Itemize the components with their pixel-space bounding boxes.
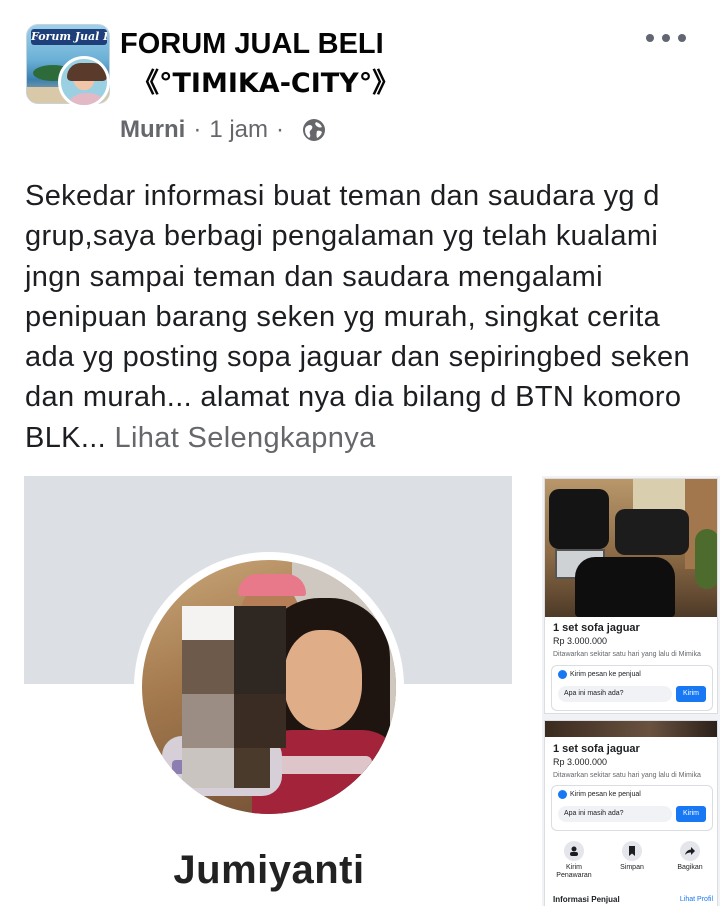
listing-note: Ditawarkan sekitar satu hari yang lalu d… [553, 772, 701, 779]
listing-title[interactable]: 1 set sofa jaguar [553, 743, 640, 755]
bookmark-icon [622, 841, 642, 861]
censor-pixel [182, 694, 234, 748]
listing-actions: Kirim Penawaran Simpan Bagikan [545, 841, 717, 885]
author-avatar-hair [67, 63, 107, 81]
post-header: Forum Jual Beli FORUM JUAL BELI 《°TIMIKA… [0, 0, 720, 150]
seller-info-row: Informasi Penjual Lihat Profil [545, 895, 717, 906]
send-button[interactable]: Kirim [676, 686, 706, 702]
group-avatar-logo: Forum Jual Beli [31, 29, 107, 45]
view-profile-link[interactable]: Lihat Profil [680, 896, 713, 903]
listing-card[interactable]: 1 set sofa jaguar Rp 3.000.000 Ditawarka… [544, 478, 718, 714]
listing-card[interactable]: 1 set sofa jaguar Rp 3.000.000 Ditawarka… [544, 720, 718, 906]
censor-pixel [182, 748, 234, 788]
attached-image-profile[interactable]: Jumiyanti [0, 476, 538, 906]
message-seller-text: Kirim pesan ke penjual [570, 671, 641, 678]
attached-image-listings[interactable]: 1 set sofa jaguar Rp 3.000.000 Ditawarka… [542, 476, 720, 906]
listing-price: Rp 3.000.000 [553, 636, 608, 646]
listing-note: Ditawarkan sekitar satu hari yang lalu d… [553, 651, 701, 658]
message-seller-box: Kirim pesan ke penjual Apa ini masih ada… [551, 665, 713, 711]
photo-sofa-left [549, 489, 609, 549]
save-button[interactable]: Simpan [607, 841, 657, 885]
post-body: Sekedar informasi buat teman dan saudara… [25, 180, 690, 454]
share-button[interactable]: Bagikan [665, 841, 715, 885]
author-avatar-shirt [65, 93, 107, 105]
globe-icon[interactable] [302, 118, 326, 142]
message-seller-label: Kirim pesan ke penjual [558, 790, 641, 799]
post-text: Sekedar informasi buat teman dan saudara… [25, 176, 715, 458]
messenger-icon [558, 670, 567, 679]
group-name-line2[interactable]: 《°TIMIKA-CITY°》 [120, 64, 640, 104]
group-name[interactable]: FORUM JUAL BELI 《°TIMIKA-CITY°》 [120, 24, 640, 104]
listing-title[interactable]: 1 set sofa jaguar [553, 622, 640, 634]
share-label: Bagikan [677, 864, 703, 871]
group-name-line1[interactable]: FORUM JUAL BELI [120, 28, 384, 60]
profile-name: Jumiyanti [173, 848, 365, 892]
photo-plant [695, 529, 717, 589]
photo-cap [238, 574, 306, 596]
photo-person-woman-face [284, 630, 362, 730]
censor-pixel [182, 640, 234, 694]
save-label: Simpan [620, 864, 644, 871]
message-seller-box: Kirim pesan ke penjual Apa ini masih ada… [551, 785, 713, 831]
listing-price: Rp 3.000.000 [553, 757, 608, 767]
meta-separator: · [193, 116, 202, 143]
censor-pixel [182, 606, 234, 640]
photo-sofa-front [575, 557, 675, 617]
post-meta: Murni · 1 jam · [120, 113, 326, 147]
photo-sofa-back [615, 509, 689, 555]
make-offer-button[interactable]: Kirim Penawaran [549, 841, 599, 885]
censor-pixel [234, 606, 286, 694]
censor-pixel [234, 694, 286, 748]
author-name[interactable]: Murni [120, 116, 185, 144]
group-avatar-stack[interactable]: Forum Jual Beli [26, 24, 110, 108]
seller-info-title: Informasi Penjual [553, 895, 620, 904]
photo-shirt-print [272, 756, 372, 774]
listing-photo [545, 479, 717, 617]
offer-icon [564, 841, 584, 861]
listing-photo [545, 721, 717, 737]
see-more-link[interactable]: Lihat Selengkapnya [115, 422, 376, 454]
make-offer-label: Kirim Penawaran [556, 864, 592, 879]
messenger-icon [558, 790, 567, 799]
share-icon [680, 841, 700, 861]
message-input[interactable]: Apa ini masih ada? [558, 686, 672, 702]
post-time[interactable]: 1 jam [209, 116, 268, 144]
message-input[interactable]: Apa ini masih ada? [558, 806, 672, 822]
author-avatar[interactable] [58, 56, 110, 108]
message-seller-label: Kirim pesan ke penjual [558, 670, 641, 679]
profile-photo [142, 560, 396, 814]
meta-separator: · [276, 116, 285, 143]
send-button[interactable]: Kirim [676, 806, 706, 822]
censor-pixel [234, 748, 270, 788]
more-options-icon[interactable] [646, 26, 686, 50]
message-seller-text: Kirim pesan ke penjual [570, 791, 641, 798]
